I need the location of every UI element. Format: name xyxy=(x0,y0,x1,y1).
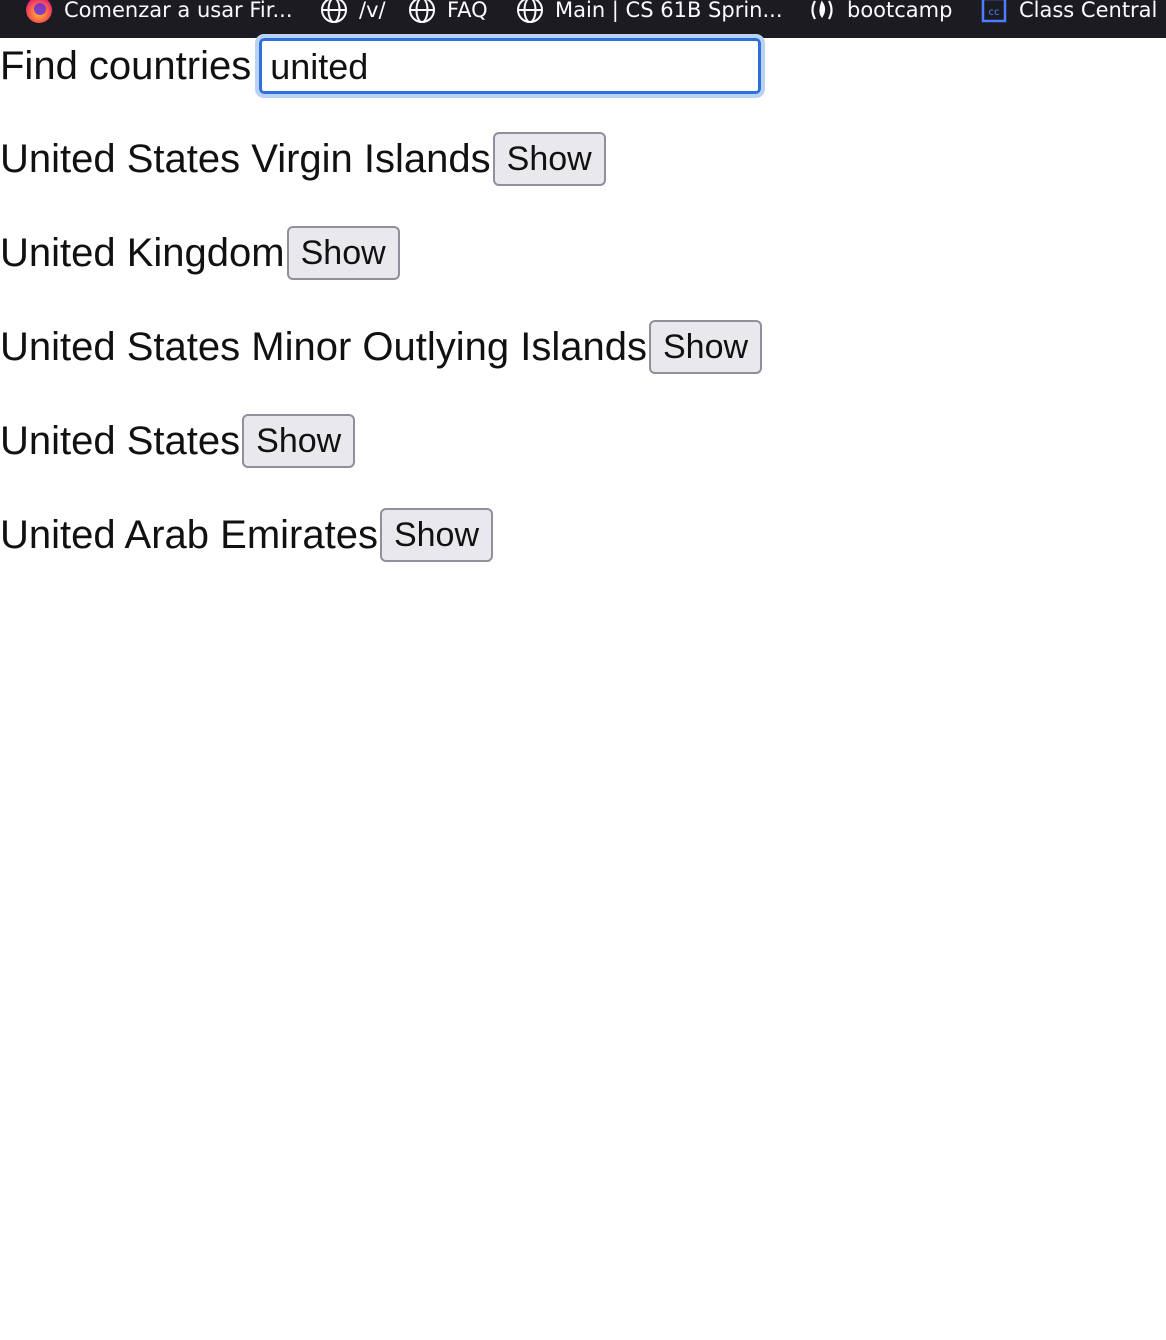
class-central-icon: cc xyxy=(979,0,1009,25)
search-input[interactable] xyxy=(255,34,766,98)
firefox-icon xyxy=(24,0,54,25)
show-button[interactable]: Show xyxy=(492,132,606,186)
list-item: United States Minor Outlying Islands Sho… xyxy=(0,320,763,374)
bookmark-bootcamp[interactable]: bootcamp xyxy=(807,0,952,29)
show-button[interactable]: Show xyxy=(286,226,400,280)
country-name: United Kingdom xyxy=(0,231,285,275)
show-button[interactable]: Show xyxy=(648,320,763,374)
bookmark-label: Main | CS 61B Sprin... xyxy=(555,0,783,22)
bookmarks-toolbar: Comenzar a usar Fir... /v/ FAQ Main | CS… xyxy=(0,0,1166,38)
globe-icon xyxy=(319,0,349,25)
list-item: United States Virgin Islands Show xyxy=(0,132,762,186)
country-name: United Arab Emirates xyxy=(0,513,378,557)
bookmark-label: Comenzar a usar Fir... xyxy=(64,0,293,22)
country-name: United States xyxy=(0,419,241,463)
list-item: United Arab Emirates Show xyxy=(0,508,762,562)
search-row: Find countries xyxy=(0,34,766,98)
bookmark-firefox-getting-started[interactable]: Comenzar a usar Fir... xyxy=(24,0,293,29)
freecodecamp-icon xyxy=(807,0,837,25)
bookmark-class-central[interactable]: cc Class Central xyxy=(979,0,1157,29)
search-label: Find countries xyxy=(0,44,252,88)
bookmark-label: FAQ xyxy=(447,0,488,22)
bookmark-label: Class Central xyxy=(1019,0,1158,22)
globe-icon xyxy=(515,0,545,25)
country-list: United States Virgin Islands Show United… xyxy=(0,132,763,602)
show-button[interactable]: Show xyxy=(242,414,356,468)
bookmark-label: bootcamp xyxy=(847,0,953,22)
country-name: United States Virgin Islands xyxy=(0,137,491,181)
bookmark-cs61b[interactable]: Main | CS 61B Sprin... xyxy=(515,0,783,29)
bookmark-v[interactable]: /v/ xyxy=(319,0,386,29)
show-button[interactable]: Show xyxy=(379,508,494,562)
bookmark-label: /v/ xyxy=(359,0,386,22)
bookmark-faq[interactable]: FAQ xyxy=(407,0,488,29)
list-item: United States Show xyxy=(0,414,762,468)
svg-text:cc: cc xyxy=(989,7,1000,18)
country-name: United States Minor Outlying Islands xyxy=(0,325,647,369)
globe-icon xyxy=(407,0,437,25)
list-item: United Kingdom Show xyxy=(0,226,762,280)
